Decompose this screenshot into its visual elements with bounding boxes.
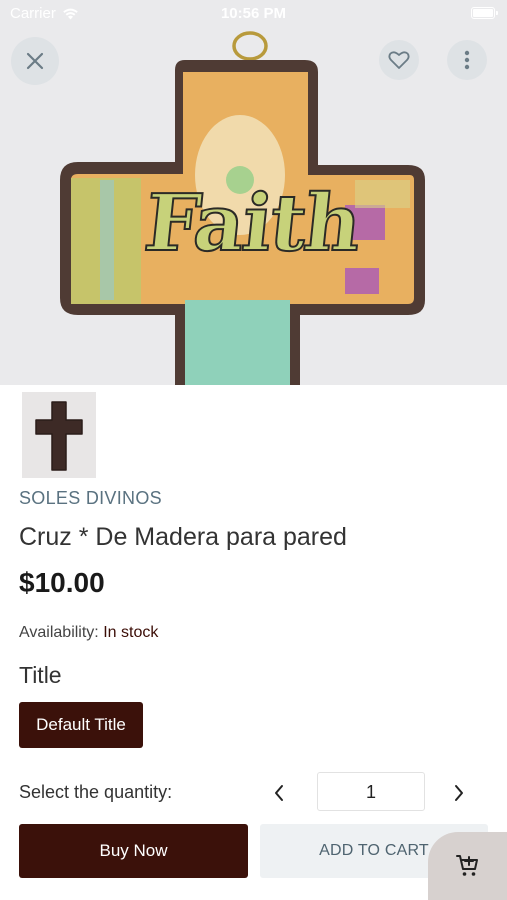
cross-art-text: Faith (139, 177, 365, 270)
favorite-button[interactable] (379, 40, 419, 80)
variant-option-button[interactable]: Default Title (19, 702, 143, 748)
option-title-label: Title (19, 662, 62, 688)
availability: Availability: In stock (19, 624, 158, 642)
product-vendor[interactable]: SOLES DIVINOS (19, 488, 162, 509)
status-bar: Carrier 10:56 PM (0, 0, 507, 28)
product-title: Cruz * De Madera para pared (19, 523, 347, 551)
battery-icon (471, 7, 498, 19)
image-thumbnail[interactable] (22, 392, 96, 478)
close-button[interactable] (11, 37, 59, 85)
product-price: $10.00 (19, 567, 105, 598)
quantity-input[interactable]: 1 (317, 772, 425, 811)
buy-now-button[interactable]: Buy Now (19, 824, 248, 878)
quantity-decrease-button[interactable] (264, 775, 294, 811)
chevron-left-icon (275, 785, 283, 801)
thumbnail-cross-image (35, 401, 83, 471)
cart-button[interactable] (428, 832, 507, 900)
status-time: 10:56 PM (220, 5, 287, 22)
quantity-increase-button[interactable] (444, 775, 474, 811)
availability-label: Availability: (19, 624, 99, 641)
close-icon (26, 52, 44, 70)
more-options-button[interactable] (447, 40, 487, 80)
quantity-label: Select the quantity: (19, 782, 173, 802)
heart-icon (388, 51, 410, 69)
availability-status: In stock (103, 624, 159, 641)
product-image[interactable]: Faith Carrier 10:56 PM (0, 0, 507, 385)
cart-add-icon (455, 855, 478, 876)
chevron-right-icon (455, 785, 463, 801)
more-vertical-icon (464, 50, 470, 70)
